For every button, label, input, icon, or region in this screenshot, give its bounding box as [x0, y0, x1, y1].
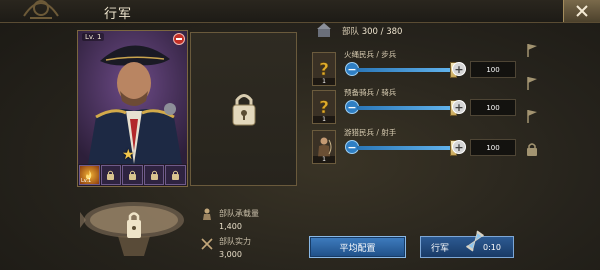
archer-icon [318, 137, 332, 157]
quantity-field[interactable]: 100 [470, 139, 516, 156]
remove-hero-button[interactable] [173, 33, 185, 45]
power-value: 3,000 [219, 250, 242, 259]
skill-slot[interactable]: Lv.1 [79, 165, 100, 185]
skill-row: Lv.1 [78, 164, 187, 186]
skill-slot[interactable] [122, 165, 143, 185]
hero-level: Lv. 1 [82, 33, 105, 41]
troop-slider[interactable] [357, 106, 458, 110]
skill-slot[interactable] [165, 165, 186, 185]
increase-button[interactable]: + [452, 140, 466, 154]
hero-card[interactable]: Lv. 1 ★ Lv.1 [77, 30, 188, 187]
balance-label: 平均配置 [339, 243, 376, 254]
troop-count: 1 [313, 78, 335, 85]
close-button[interactable] [563, 0, 600, 22]
formation-sidebar [524, 42, 544, 174]
flag-icon[interactable] [524, 75, 540, 91]
troop-name: 预备骑兵 / 骑兵 [344, 88, 397, 97]
troop-row: ? 1 预备骑兵 / 骑兵 − + 100 [312, 88, 522, 130]
troops-label: 部队 [342, 27, 360, 37]
march-time: 0:10 [483, 243, 501, 252]
increase-button[interactable]: + [452, 100, 466, 114]
balance-config-button[interactable]: 平均配置 [309, 236, 406, 258]
slider-fill [357, 106, 454, 110]
increase-button[interactable]: + [452, 62, 466, 76]
locked-hero-slot[interactable] [190, 32, 297, 186]
troop-count: 1 [313, 116, 335, 123]
troop-count: 1 [313, 156, 335, 163]
lock-icon[interactable] [524, 141, 540, 157]
troop-row: 1 游猎民兵 / 射手 − + 100 [312, 128, 522, 170]
skill-slot[interactable] [100, 165, 122, 185]
airship-icon [80, 202, 184, 256]
troop-name: 火绳民兵 / 步兵 [344, 50, 397, 59]
troop-thumb[interactable]: ? 1 [312, 52, 336, 86]
march-label: 行军 [431, 243, 450, 254]
hero-portrait [78, 31, 187, 164]
troop-slider[interactable] [357, 146, 458, 150]
lock-icon [150, 170, 158, 180]
capacity-value: 1,400 [219, 222, 242, 231]
svg-text:?: ? [319, 98, 329, 116]
march-button[interactable]: 行军 0:10 [420, 230, 514, 258]
troop-thumb[interactable]: 1 [312, 130, 336, 164]
flag-icon[interactable] [524, 42, 540, 58]
slider-fill [357, 146, 454, 150]
close-icon [576, 5, 588, 17]
troops-count: 300 / 380 [361, 27, 403, 37]
troop-thumb[interactable]: ? 1 [312, 90, 336, 124]
troop-name: 游猎民兵 / 射手 [344, 128, 397, 137]
capacity-stat: 部队承载量 1,400 [219, 208, 259, 231]
title-bar: 行军 [0, 0, 600, 23]
power-label: 部队实力 [219, 237, 251, 246]
quantity-field[interactable]: 100 [470, 99, 516, 116]
star-icon: ★ [122, 147, 135, 163]
question-mark-icon: ? [319, 98, 329, 116]
capacity-label: 部队承载量 [219, 209, 259, 218]
svg-text:?: ? [319, 60, 329, 78]
soldier-icon [203, 208, 211, 220]
quantity-field[interactable]: 100 [470, 61, 516, 78]
troop-row: ? 1 火绳民兵 / 步兵 − + 100 [312, 50, 522, 92]
flag-icon[interactable] [524, 108, 540, 124]
lock-icon [128, 170, 136, 180]
lock-icon [172, 170, 180, 180]
skill-level: Lv.1 [81, 178, 92, 184]
question-mark-icon: ? [319, 60, 329, 78]
troops-icon [317, 23, 331, 37]
troop-slider[interactable] [357, 68, 458, 72]
lock-icon [232, 94, 255, 126]
slider-fill [357, 68, 454, 72]
troops-header: 部队 300 / 380 [342, 25, 402, 37]
skill-slot[interactable] [143, 165, 165, 185]
crossed-swords-icon [201, 238, 213, 250]
page-title: 行军 [104, 7, 133, 22]
lock-icon [107, 170, 115, 180]
power-stat: 部队实力 3,000 [219, 236, 251, 259]
emblem-icon [23, 0, 59, 19]
